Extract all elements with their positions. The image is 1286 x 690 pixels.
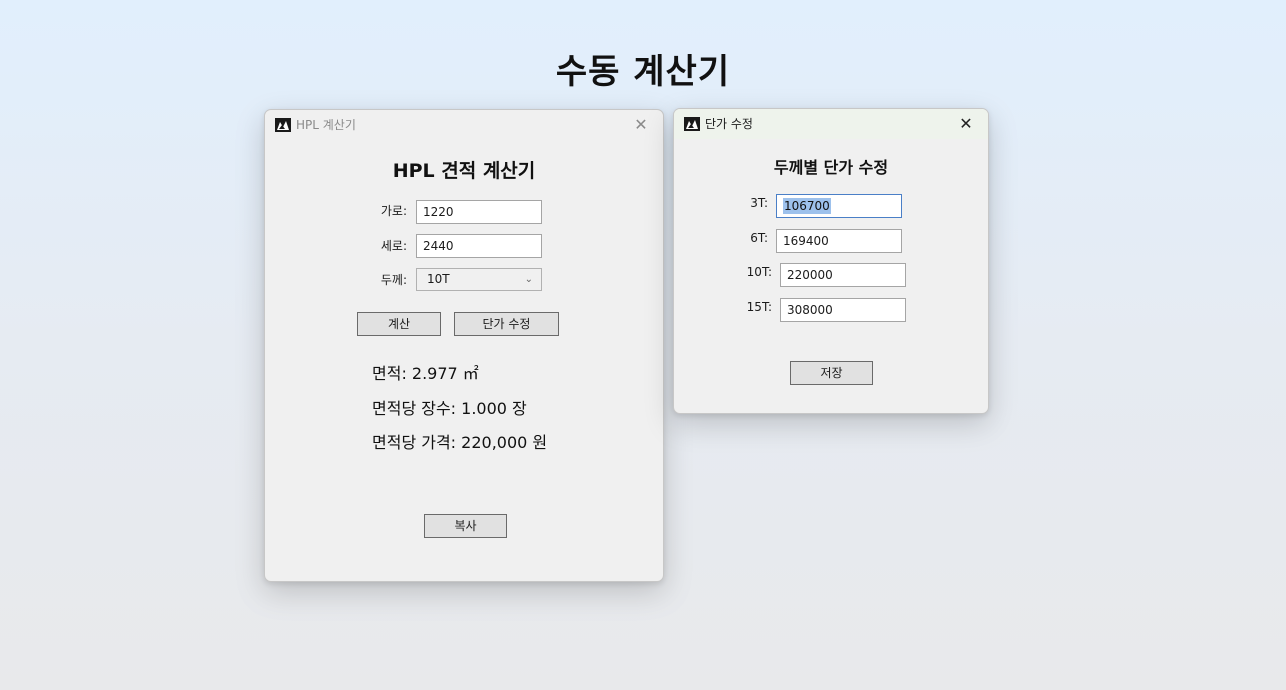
sheets-result: 면적당 장수: 1.000 장 (372, 399, 527, 418)
window-title: 단가 수정 (705, 117, 753, 131)
selected-text: 106700 (783, 198, 831, 214)
price-input-15t[interactable]: 308000 (780, 298, 906, 322)
window-title: HPL 계산기 (296, 118, 356, 132)
price-result: 면적당 가격: 220,000 원 (372, 433, 548, 452)
price-input-6t[interactable]: 169400 (776, 229, 902, 253)
hpl-calculator-window: HPL 계산기 ✕ HPL 견적 계산기 가로: 1220 세로: 2440 두… (264, 109, 664, 582)
save-button[interactable]: 저장 (790, 361, 873, 385)
price-input-10t[interactable]: 220000 (780, 263, 906, 287)
app-logo-icon (275, 118, 291, 132)
close-icon[interactable]: ✕ (619, 110, 663, 140)
area-result: 면적: 2.977 ㎡ (372, 364, 479, 383)
thickness-label: 두께: (380, 273, 407, 287)
width-label: 가로: (380, 204, 407, 218)
price-label-6t: 6T: (750, 231, 768, 245)
page-title: 수동 계산기 (555, 52, 731, 92)
price-label-3t: 3T: (750, 196, 768, 210)
title-bar[interactable]: 단가 수정 ✕ (674, 109, 988, 139)
price-heading: 두께별 단가 수정 (773, 158, 889, 177)
calculator-heading: HPL 견적 계산기 (392, 160, 536, 182)
copy-button[interactable]: 복사 (424, 514, 507, 538)
height-label: 세로: (380, 239, 407, 253)
height-input[interactable]: 2440 (416, 234, 542, 258)
price-input-3t[interactable]: 106700 (776, 194, 902, 218)
thickness-selected-value: 10T (427, 272, 450, 286)
price-edit-window: 단가 수정 ✕ 두께별 단가 수정 3T: 106700 6T: 169400 … (673, 108, 989, 414)
price-label-15t: 15T: (746, 300, 772, 314)
close-icon[interactable]: ✕ (944, 109, 988, 139)
width-input[interactable]: 1220 (416, 200, 542, 224)
title-bar[interactable]: HPL 계산기 ✕ (265, 110, 663, 140)
app-logo-icon (684, 117, 700, 131)
chevron-down-icon: ⌄ (524, 274, 533, 285)
edit-price-button[interactable]: 단가 수정 (454, 312, 559, 336)
price-label-10t: 10T: (746, 265, 772, 279)
thickness-select[interactable]: 10T ⌄ (416, 268, 542, 291)
calculate-button[interactable]: 계산 (357, 312, 441, 336)
